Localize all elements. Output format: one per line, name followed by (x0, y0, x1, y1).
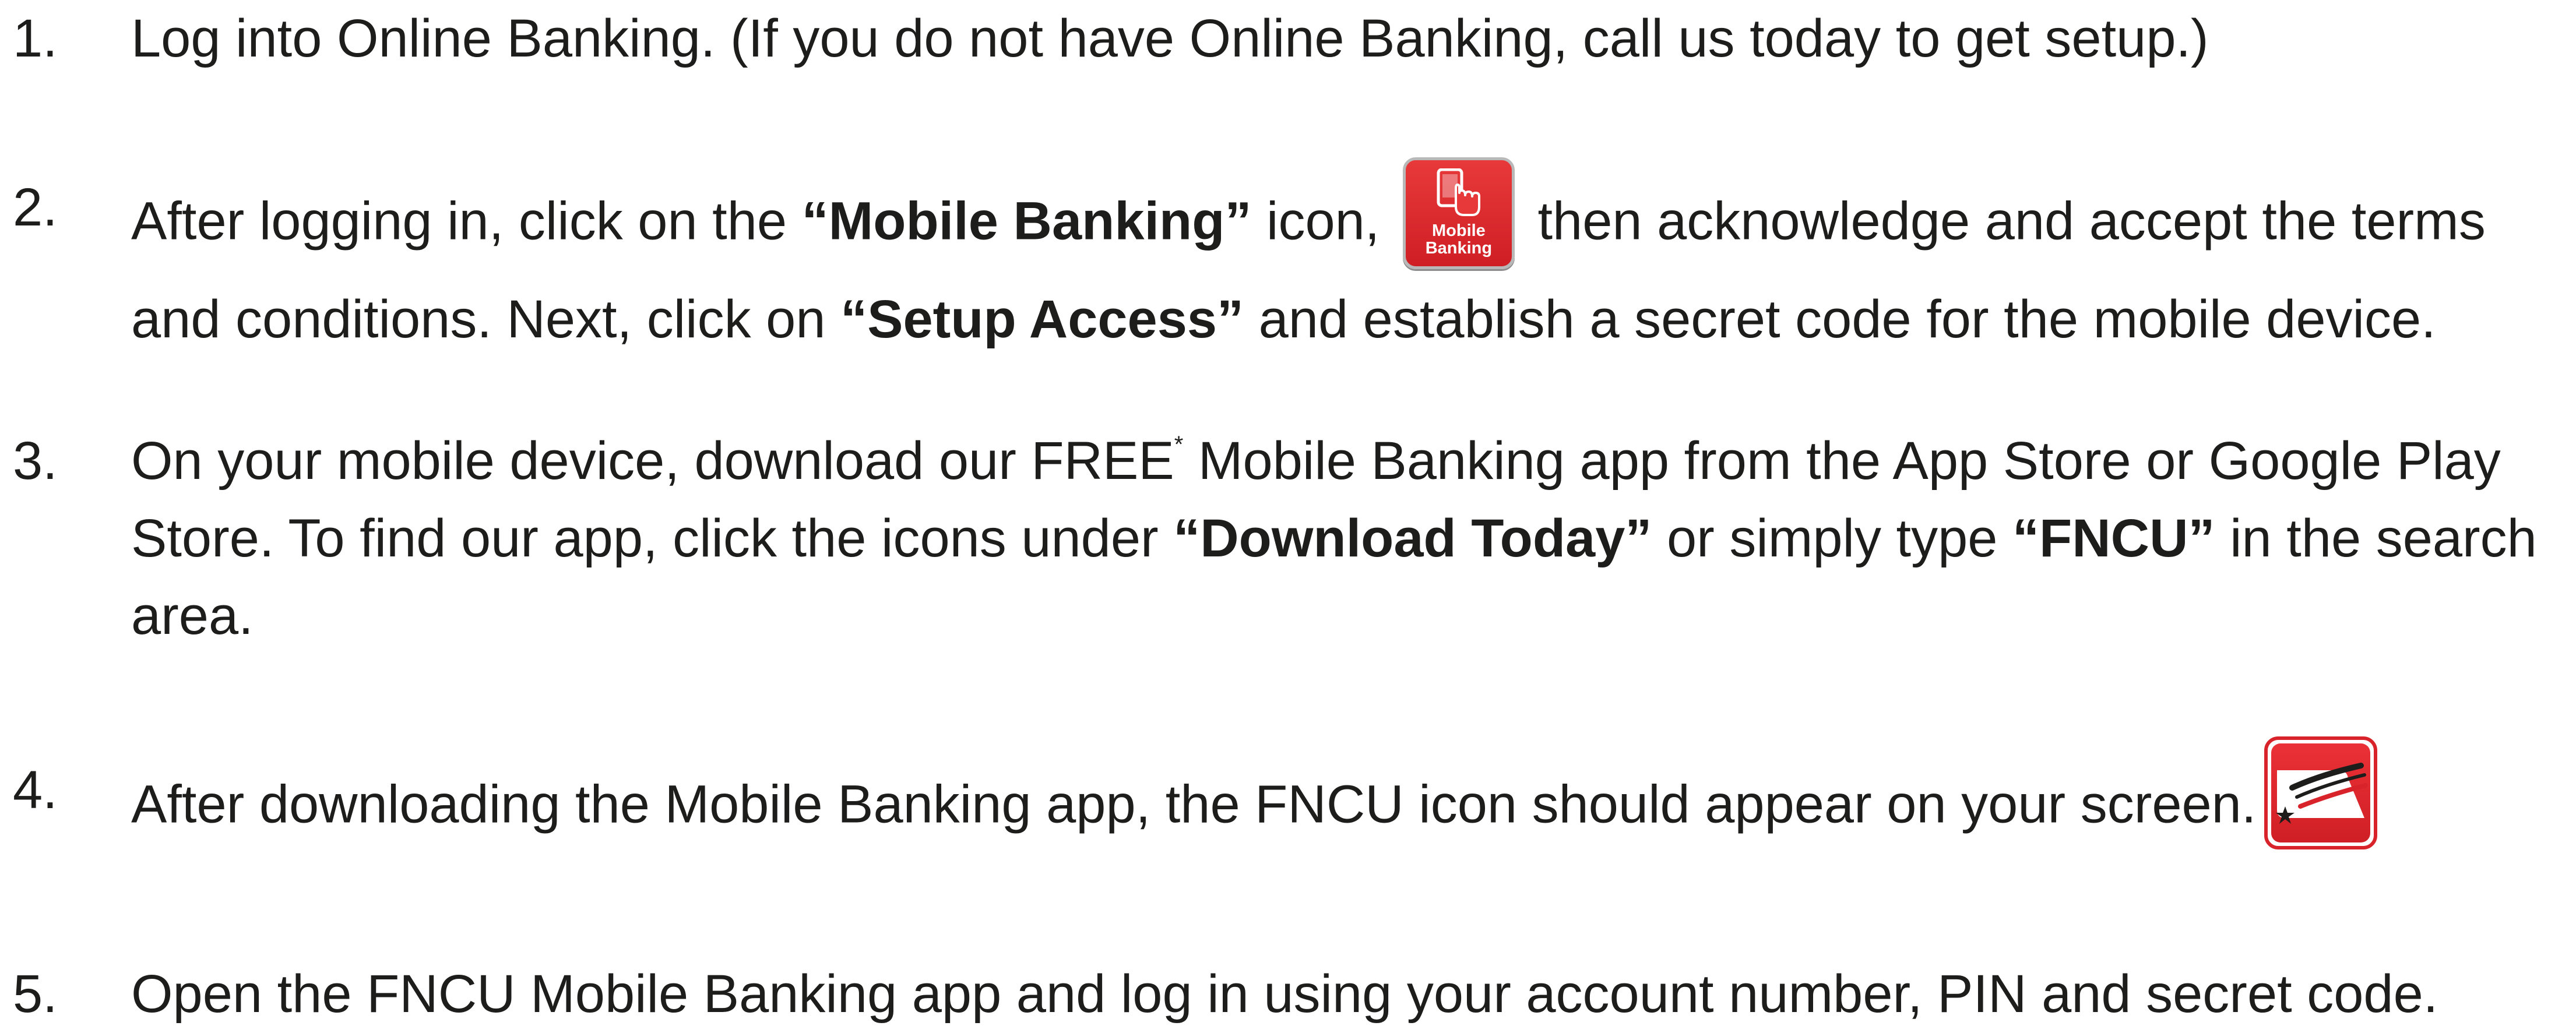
fncu-flag-icon (2276, 763, 2369, 824)
step-text: Open the FNCU Mobile Banking app and log… (131, 964, 2438, 1024)
mobile-banking-icon: Mobile Banking (1402, 157, 1515, 269)
fncu-app-icon (2264, 736, 2378, 849)
step-number: 3. (13, 431, 58, 491)
download-today-label: “Download Today” (1173, 509, 1652, 568)
step-number: 1. (13, 9, 58, 68)
step-text: Log into Online Banking. (If you do not … (131, 9, 2209, 68)
step-number: 4. (13, 760, 58, 820)
mobile-banking-icon-label-1: Mobile (1431, 221, 1486, 240)
setup-access-label: “Setup Access” (840, 290, 1244, 349)
fncu-search-term: “FNCU” (2012, 509, 2215, 568)
step-text: On your mobile device, download our FREE… (131, 431, 2537, 646)
step-number: 2. (13, 178, 58, 237)
step-text: After downloading the Mobile Banking app… (131, 736, 2567, 865)
phone-tap-icon (1437, 168, 1480, 216)
step-text: After logging in, click on the “Mobile B… (131, 157, 2567, 358)
step-number: 5. (13, 964, 58, 1024)
footnote-asterisk: * (1174, 432, 1184, 457)
mobile-banking-label: “Mobile Banking” (801, 191, 1252, 251)
mobile-banking-icon-label-2: Banking (1425, 239, 1493, 258)
